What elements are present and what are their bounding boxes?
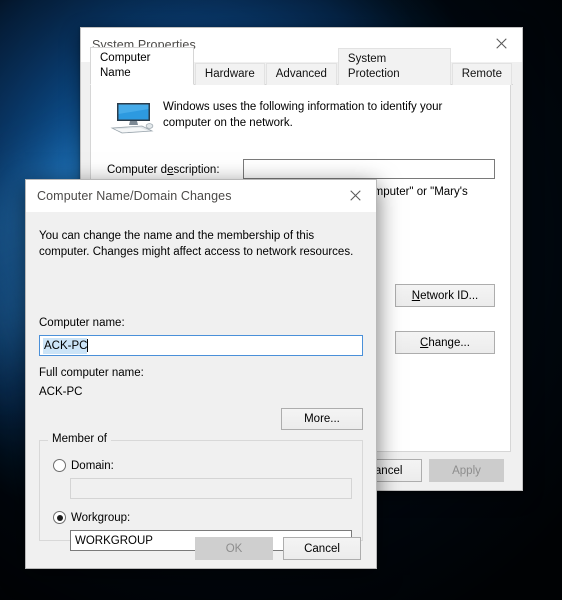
- tab-computer-name[interactable]: Computer Name: [90, 47, 194, 85]
- dialog-ok-button: OK: [195, 537, 273, 560]
- computer-description-input[interactable]: [243, 159, 495, 179]
- workgroup-radio-button[interactable]: [53, 511, 66, 524]
- computer-name-domain-changes-dialog: Computer Name/Domain Changes You can cha…: [25, 179, 377, 569]
- network-id-button[interactable]: Network ID...: [395, 284, 495, 307]
- text-caret: [87, 339, 89, 352]
- close-icon[interactable]: [334, 180, 376, 210]
- computer-name-selected-text: ACK-PC: [43, 337, 88, 354]
- close-icon[interactable]: [480, 28, 522, 58]
- system-properties-apply-button: Apply: [429, 459, 504, 482]
- tab-advanced[interactable]: Advanced: [265, 63, 337, 85]
- computer-name-label: Computer name:: [39, 317, 125, 329]
- domain-radio-button[interactable]: [53, 459, 66, 472]
- dialog-body: You can change the name and the membersh…: [26, 212, 376, 568]
- tab-system-protection[interactable]: System Protection: [337, 48, 451, 85]
- full-computer-name-label: Full computer name:: [39, 367, 144, 379]
- member-of-legend: Member of: [48, 433, 111, 445]
- dialog-cancel-button[interactable]: Cancel: [283, 537, 361, 560]
- dialog-titlebar[interactable]: Computer Name/Domain Changes: [26, 180, 376, 212]
- computer-description-label: Computer description:: [107, 164, 220, 176]
- workgroup-radio-label: Workgroup:: [71, 511, 131, 524]
- domain-input[interactable]: [70, 478, 352, 499]
- tab-remote[interactable]: Remote: [451, 63, 512, 85]
- workgroup-radio-row[interactable]: Workgroup:: [53, 511, 130, 524]
- dialog-title: Computer Name/Domain Changes: [37, 189, 232, 203]
- dialog-intro-text: You can change the name and the membersh…: [39, 230, 354, 258]
- change-button[interactable]: Change...: [395, 331, 495, 354]
- domain-radio-row[interactable]: Domain:: [53, 459, 114, 472]
- full-computer-name-value: ACK-PC: [39, 386, 83, 398]
- tab-hardware[interactable]: Hardware: [194, 63, 265, 85]
- system-properties-tabstrip: Computer Name Hardware Advanced System P…: [90, 47, 513, 85]
- desktop-wallpaper: System Properties Computer Name Hardware…: [0, 0, 562, 600]
- more-button[interactable]: More...: [281, 408, 363, 430]
- computer-name-input[interactable]: ACK-PC: [39, 335, 363, 356]
- domain-radio-label: Domain:: [71, 459, 114, 472]
- computer-monitor-icon: [109, 100, 155, 140]
- system-properties-intro-text: Windows uses the following information t…: [163, 101, 443, 129]
